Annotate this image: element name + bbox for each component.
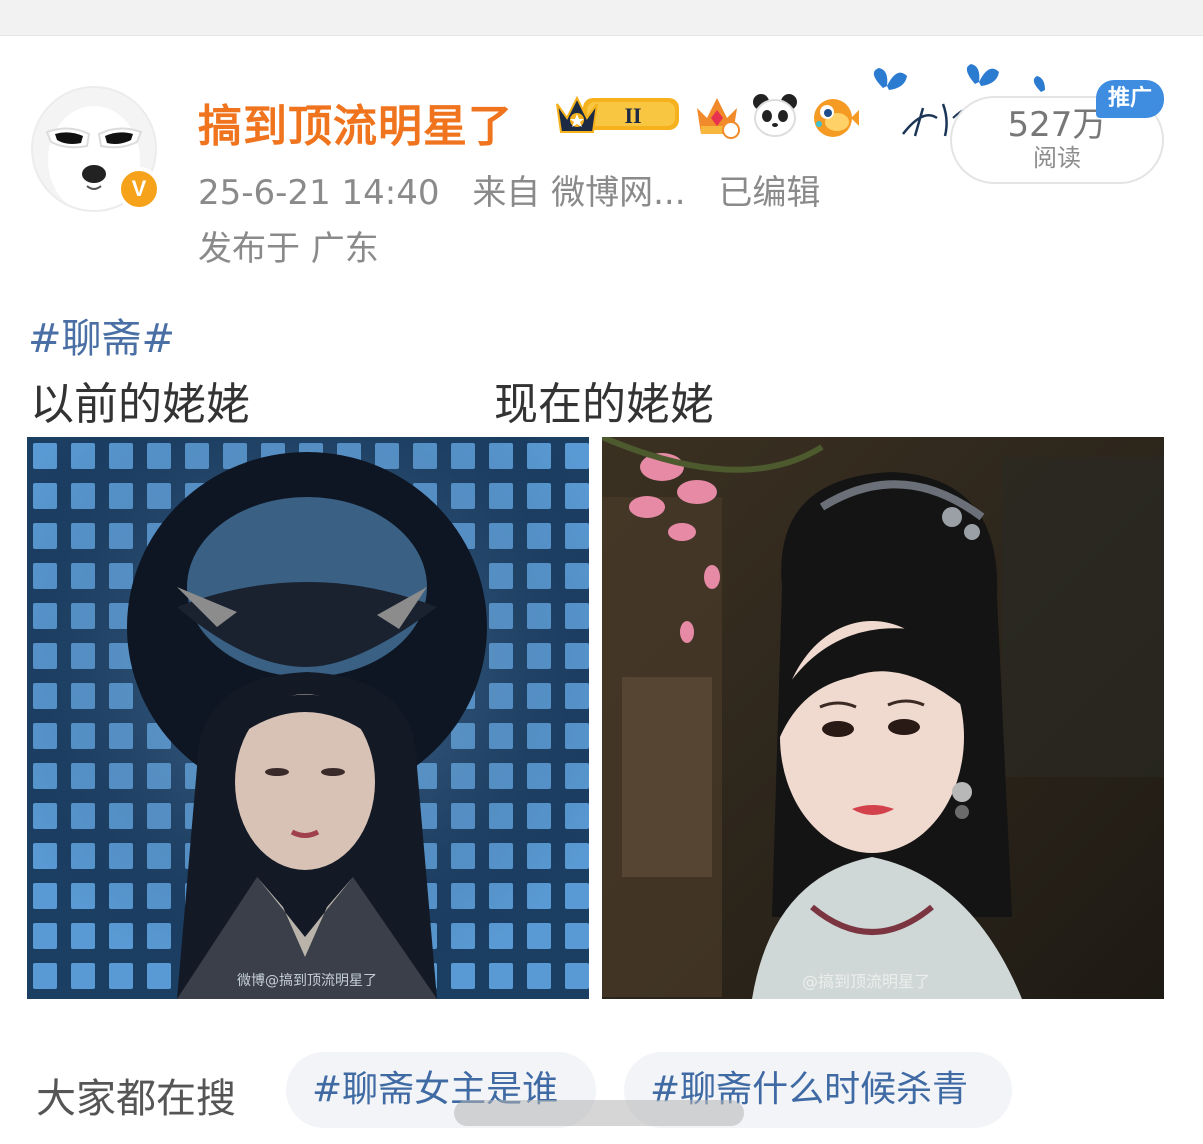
trending-search-label: 大家都在搜 xyxy=(36,1076,236,1122)
crown-level-2-badge-icon[interactable]: II xyxy=(553,90,681,138)
panda-icon[interactable] xyxy=(751,92,799,140)
old-grandma-portrait-image: 微博@搞到顶流明星了 xyxy=(27,437,589,999)
badge-level: II xyxy=(624,103,641,128)
top-divider-strip xyxy=(0,0,1203,36)
post-image-left[interactable]: 微博@搞到顶流明星了 xyxy=(27,437,589,999)
author-name[interactable]: 搞到顶流明星了 xyxy=(198,90,513,154)
horizontal-scroll-indicator[interactable] xyxy=(454,1100,744,1126)
post-image-right[interactable]: @搞到顶流明星了 xyxy=(602,437,1164,999)
post-meta: 25-6-21 14:40 来自 微博网... 已编辑 xyxy=(198,165,842,214)
image-watermark-right: @搞到顶流明星了 xyxy=(802,972,930,991)
topic-hashtag-link[interactable]: #聊斋# xyxy=(28,306,175,364)
caption-left: 以前的姥姥 xyxy=(30,379,250,430)
read-count-label: 阅读 xyxy=(1033,144,1081,172)
promoted-tag: 推广 xyxy=(1096,80,1164,118)
post-timestamp[interactable]: 25-6-21 14:40 xyxy=(198,173,440,213)
caption-right: 现在的姥姥 xyxy=(494,379,714,430)
post-edited-label[interactable]: 已编辑 xyxy=(718,173,820,213)
post-location: 发布于 广东 xyxy=(198,229,379,269)
image-watermark-left: 微博@搞到顶流明星了 xyxy=(237,972,377,989)
gem-crown-badge-icon[interactable] xyxy=(693,92,741,140)
post-source[interactable]: 来自 微博网... xyxy=(472,173,685,213)
new-grandma-portrait-image: @搞到顶流明星了 xyxy=(602,437,1164,999)
verified-badge: V xyxy=(117,167,161,211)
